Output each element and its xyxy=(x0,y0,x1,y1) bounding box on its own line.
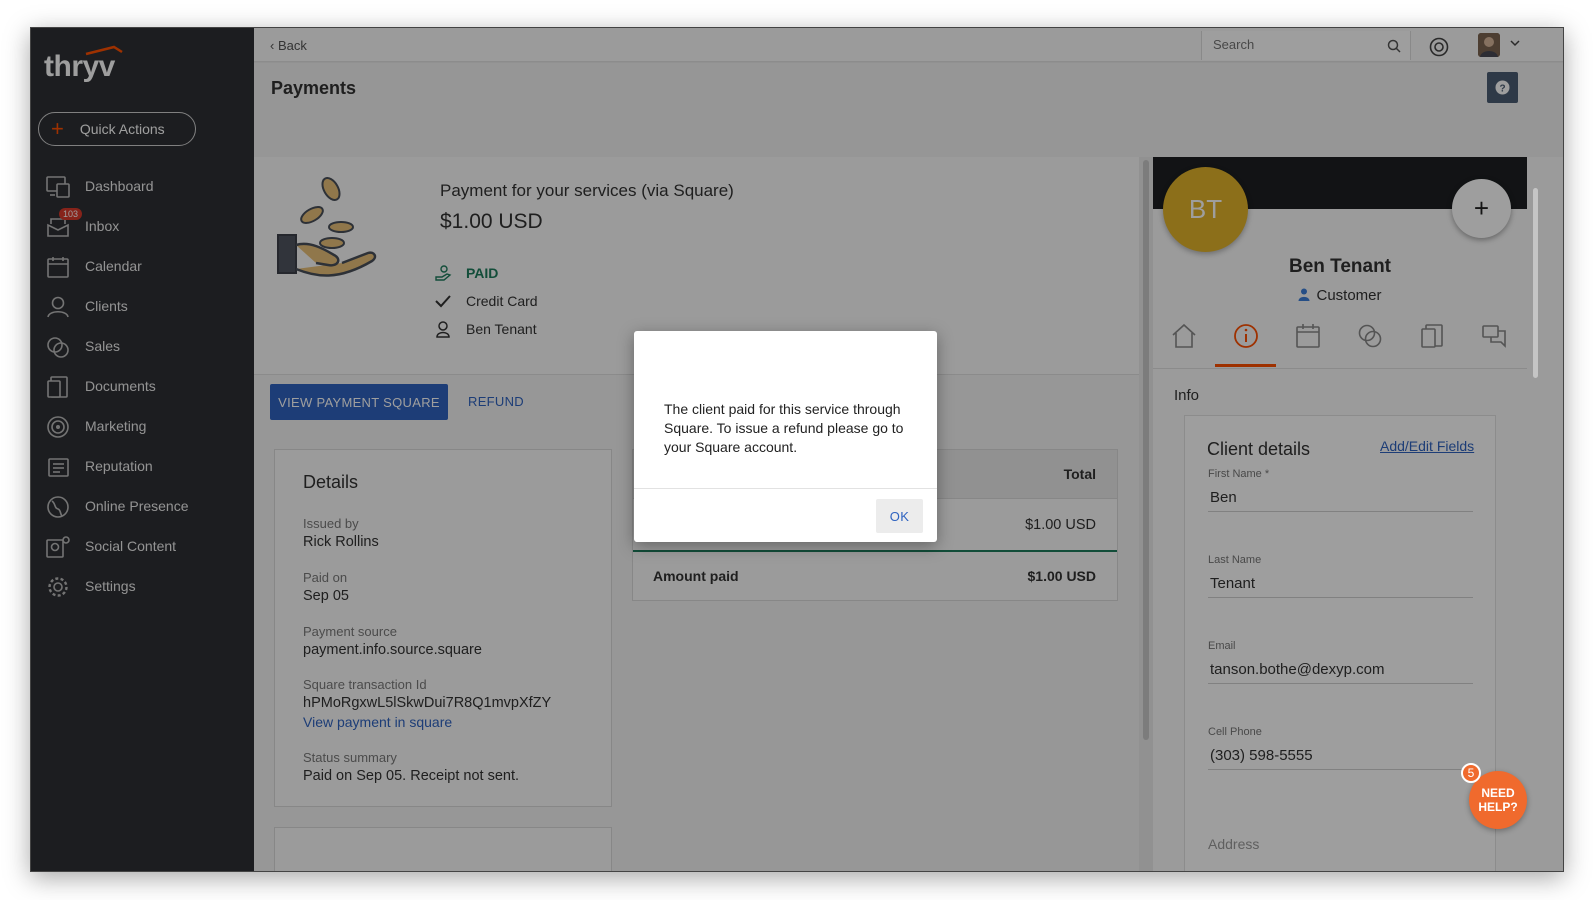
refund-info-dialog: The client paid for this service through… xyxy=(634,331,937,542)
dialog-divider xyxy=(634,488,937,489)
need-help-line2: HELP? xyxy=(1478,800,1518,814)
panel-scrollbar[interactable] xyxy=(1533,188,1538,378)
need-help-line1: NEED xyxy=(1481,786,1515,800)
need-help-badge: 5 xyxy=(1461,763,1481,783)
ok-button[interactable]: OK xyxy=(876,499,923,533)
app-window: thryv + Quick Actions Dashboard 103 Inbo… xyxy=(30,27,1564,872)
dialog-message: The client paid for this service through… xyxy=(664,401,904,455)
